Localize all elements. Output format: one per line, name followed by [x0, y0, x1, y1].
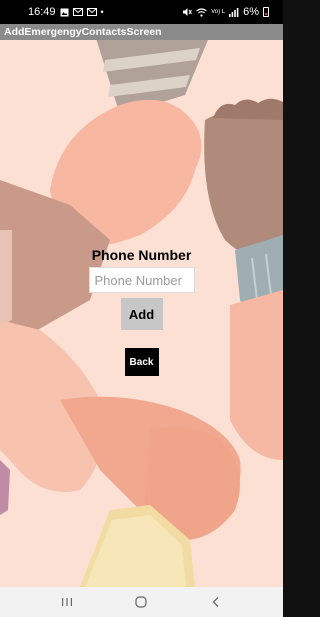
phone-number-input[interactable]	[88, 267, 195, 293]
battery-percent: 6%	[243, 6, 259, 18]
recents-icon[interactable]	[52, 589, 82, 615]
status-right: Vo) LTE1 6%	[182, 6, 269, 18]
wifi-icon	[196, 7, 207, 17]
gallery-icon	[60, 8, 69, 16]
status-left: 16:49 •	[28, 6, 104, 18]
add-button[interactable]: Add	[120, 298, 163, 330]
status-bar: 16:49 • Vo) L 6%	[0, 0, 283, 24]
network-label: Vo) LTE1	[211, 9, 225, 15]
home-icon[interactable]	[126, 589, 156, 615]
mute-icon	[183, 8, 193, 16]
system-nav-bar	[0, 587, 283, 617]
phone-number-label: Phone Number	[91, 247, 192, 263]
battery-icon	[263, 7, 269, 17]
signal-icon	[229, 7, 239, 17]
mail-icon	[72, 8, 83, 16]
mail-icon	[86, 8, 97, 16]
dot-icon: •	[100, 6, 104, 17]
add-contact-form: Phone Number Add Back	[0, 247, 283, 376]
back-button[interactable]: Back	[124, 348, 159, 376]
status-time: 16:49	[28, 6, 56, 18]
phone-screen: 16:49 • Vo) L 6% AddEmergengyContactsScr…	[0, 0, 283, 617]
back-nav-icon[interactable]	[201, 589, 231, 615]
screen-title: AddEmergengyContactsScreen	[0, 24, 283, 40]
